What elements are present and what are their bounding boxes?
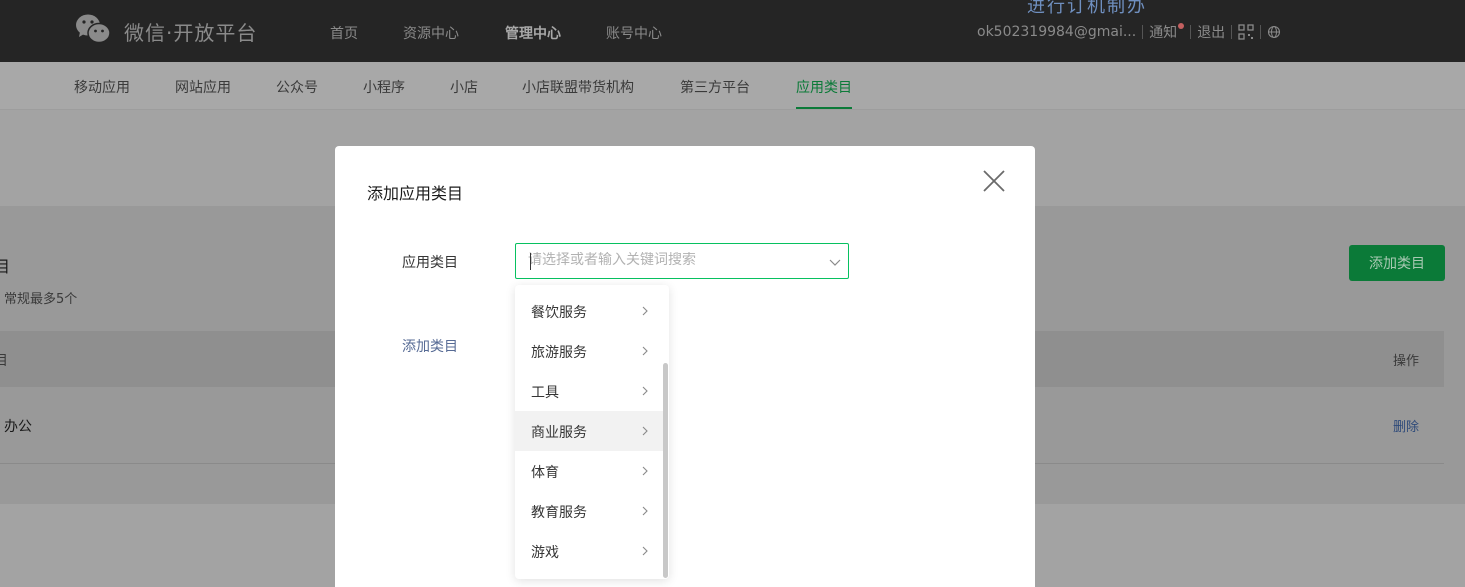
qrcode-icon[interactable] — [1238, 24, 1254, 40]
table-header-ops: 操作 — [1393, 354, 1420, 369]
divider — [1260, 25, 1262, 39]
category-dropdown: 餐饮服务 旅游服务 工具 商业服务 体育 教育服务 游戏 — [515, 285, 669, 579]
dropdown-item-catering[interactable]: 餐饮服务 — [515, 291, 663, 331]
chevron-right-icon — [642, 426, 648, 436]
nav-home[interactable]: 首页 — [330, 23, 358, 43]
category-select[interactable] — [515, 243, 849, 279]
chevron-right-icon — [642, 466, 648, 476]
divider — [1231, 25, 1233, 39]
dropdown-item-business[interactable]: 商业服务 — [515, 411, 663, 451]
chevron-right-icon — [642, 346, 648, 356]
wechat-logo-icon — [76, 14, 111, 44]
chevron-right-icon — [642, 386, 648, 396]
page-hint: 常规最多5个 — [4, 292, 78, 307]
dropdown-item-travel[interactable]: 旅游服务 — [515, 331, 663, 371]
divider — [1190, 25, 1192, 39]
close-icon[interactable] — [981, 168, 1007, 194]
chevron-down-icon[interactable] — [828, 255, 842, 269]
subnav-shop-alliance[interactable]: 小店联盟带货机构 — [522, 77, 634, 97]
modal-title: 添加应用类目 — [367, 184, 464, 203]
notice-link[interactable]: 通知 — [1149, 22, 1177, 42]
dropdown-item-label: 教育服务 — [531, 505, 587, 521]
subnav-official-accounts[interactable]: 公众号 — [276, 77, 318, 97]
subnav-shop[interactable]: 小店 — [450, 77, 478, 97]
account-area: ok502319984@gmai... 通知 退出 — [977, 22, 1281, 42]
nav-management[interactable]: 管理中心 — [505, 23, 561, 43]
subnav-mini-programs[interactable]: 小程序 — [363, 77, 405, 97]
nav-account[interactable]: 账号中心 — [606, 23, 662, 43]
dropdown-item-education[interactable]: 教育服务 — [515, 491, 663, 531]
dropdown-item-games[interactable]: 游戏 — [515, 531, 663, 571]
sub-nav: 移动应用 网站应用 公众号 小程序 小店 小店联盟带货机构 第三方平台 应用类目 — [0, 62, 1465, 110]
dropdown-item-label: 工具 — [531, 385, 559, 401]
globe-icon[interactable] — [1267, 25, 1281, 39]
delete-link[interactable]: 删除 — [1393, 416, 1419, 435]
dropdown-item-tools[interactable]: 工具 — [515, 371, 663, 411]
page-title: 目 — [0, 257, 11, 276]
table-header-category: 目 — [0, 353, 8, 369]
category-field-label: 应用类目 — [402, 255, 458, 271]
dropdown-item-sports[interactable]: 体育 — [515, 451, 663, 491]
subnav-mobile-apps[interactable]: 移动应用 — [74, 77, 130, 97]
dropdown-item-label: 体育 — [531, 465, 559, 481]
dropdown-item-label: 游戏 — [531, 545, 559, 561]
partial-banner-text: 进行订机制办 — [1027, 0, 1147, 17]
active-tab-underline — [796, 107, 852, 109]
dropdown-item-label: 商业服务 — [531, 425, 587, 441]
dropdown-item-label: 餐饮服务 — [531, 305, 587, 321]
subnav-website-apps[interactable]: 网站应用 — [175, 77, 231, 97]
category-search-input[interactable] — [528, 252, 808, 268]
nav-resources[interactable]: 资源中心 — [403, 23, 459, 43]
divider — [1142, 25, 1144, 39]
subnav-third-party[interactable]: 第三方平台 — [680, 77, 750, 97]
dropdown-item-label: 旅游服务 — [531, 345, 587, 361]
add-category-link[interactable]: 添加类目 — [402, 336, 458, 356]
table-row-category: 办公 — [4, 419, 32, 435]
add-category-modal: 添加应用类目 应用类目 添加类目 — [335, 146, 1035, 587]
dropdown-scrollbar[interactable] — [663, 363, 668, 578]
account-email[interactable]: ok502319984@gmai... — [977, 24, 1136, 40]
chevron-right-icon — [642, 306, 648, 316]
notice-dot — [1178, 23, 1185, 29]
chevron-right-icon — [642, 546, 648, 556]
brand-title: 微信·开放平台 — [124, 21, 258, 45]
top-bar: 微信·开放平台 首页 资源中心 管理中心 账号中心 进行订机制办 ok50231… — [0, 0, 1465, 62]
add-category-button[interactable]: 添加类目 — [1349, 245, 1445, 281]
subnav-app-categories[interactable]: 应用类目 — [796, 77, 852, 97]
chevron-right-icon — [642, 506, 648, 516]
text-cursor — [530, 253, 531, 270]
logout-link[interactable]: 退出 — [1197, 22, 1225, 42]
